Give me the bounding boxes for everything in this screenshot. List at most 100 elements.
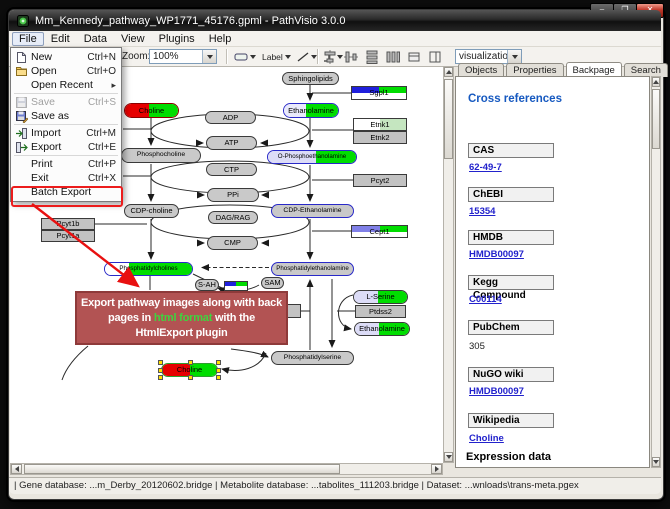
chevron-down-icon — [311, 55, 317, 59]
node-ethanolamine-top[interactable]: Ethanolamine — [283, 103, 339, 118]
node-label: Choline — [139, 107, 164, 115]
node-pcyt1b[interactable]: Pcyt1b — [41, 218, 95, 230]
side-panel-tabs: ObjectsPropertiesBackpageSearchLegend — [458, 63, 670, 77]
menubar-item-edit[interactable]: Edit — [44, 32, 77, 46]
menu-item-label: Import — [31, 127, 61, 139]
node-o-phosphoethanolamine[interactable]: O-Phosphoethanolamine — [267, 150, 357, 164]
node-sam[interactable]: SAM — [261, 277, 284, 289]
menubar-item-help[interactable]: Help — [202, 32, 239, 46]
scroll-left-icon[interactable] — [11, 464, 22, 474]
node-phosphocholine[interactable]: Phosphocholine — [121, 148, 201, 163]
label-tool-button[interactable]: Label — [259, 47, 294, 66]
zoom-dropdown-icon[interactable] — [202, 50, 216, 63]
menubar-item-file[interactable]: File — [12, 32, 44, 46]
scroll-up-icon[interactable] — [444, 67, 453, 77]
selection-handle[interactable] — [158, 375, 163, 380]
selection-handle[interactable] — [216, 375, 221, 380]
scroll-right-icon[interactable] — [431, 464, 442, 474]
export-image-icon[interactable] — [407, 50, 421, 64]
backpage-value-chebi[interactable]: 15354 — [469, 206, 495, 217]
file-menu-item-new[interactable]: NewCtrl+N — [11, 50, 121, 64]
visualization-combobox[interactable]: visualization — [455, 49, 522, 64]
file-menu-item-open[interactable]: OpenCtrl+O — [11, 64, 121, 78]
node-etnk2[interactable]: Etnk2 — [353, 131, 407, 144]
scroll-down-icon[interactable] — [652, 457, 660, 467]
panel-scroll-thumb[interactable] — [652, 89, 660, 149]
menubar-item-plugins[interactable]: Plugins — [152, 32, 202, 46]
backpage-value-wikipedia[interactable]: Choline — [469, 433, 504, 444]
file-menu-item-print[interactable]: PrintCtrl+P — [11, 157, 121, 171]
backpage-value-cas[interactable]: 62-49-7 — [469, 162, 502, 173]
menubar-item-data[interactable]: Data — [77, 32, 114, 46]
datanode-tool-button[interactable] — [231, 47, 259, 66]
scroll-down-icon[interactable] — [444, 452, 453, 462]
file-menu-item-open-recent[interactable]: Open Recent▸ — [11, 78, 121, 92]
stack-vertical-icon[interactable] — [365, 50, 379, 64]
node-label: Sgpl1 — [369, 89, 388, 97]
side-panel-icon[interactable] — [428, 50, 442, 64]
node-adp[interactable]: ADP — [205, 111, 256, 124]
file-menu-item-import[interactable]: ImportCtrl+M — [11, 126, 121, 140]
align-middle-icon[interactable] — [344, 50, 358, 64]
tab-search[interactable]: Search — [624, 63, 668, 77]
selection-handle[interactable] — [158, 368, 163, 373]
backpage-value-kegg-compound[interactable]: C00114 — [469, 294, 502, 305]
node-dag[interactable]: DAG/RAG — [208, 211, 258, 224]
file-menu: NewCtrl+NOpenCtrl+OOpen Recent▸SaveCtrl+… — [10, 47, 122, 202]
node-ethanolamine-bottom[interactable]: Ethanolamine — [354, 322, 410, 336]
canvas-vertical-scrollbar[interactable] — [443, 66, 454, 463]
node-phosphatidylserine[interactable]: Phosphatidylserine — [271, 351, 354, 365]
scroll-up-icon[interactable] — [652, 77, 660, 87]
node-ctp[interactable]: CTP — [206, 163, 257, 176]
align-center-icon[interactable] — [323, 50, 337, 64]
node-pemt-gene[interactable] — [224, 281, 248, 291]
selection-handle[interactable] — [216, 368, 221, 373]
file-menu-item-save-as[interactable]: Save as — [11, 109, 121, 123]
node-phosphatidylethanolamine[interactable]: Phosphatidylethanolamine — [271, 262, 354, 276]
tab-properties[interactable]: Properties — [506, 63, 563, 77]
annotation-line2: pages in html format with the — [77, 311, 286, 326]
visualization-dropdown-icon[interactable] — [507, 50, 521, 63]
node-cmp[interactable]: CMP — [207, 236, 258, 250]
node-label: Pcyt1b — [57, 220, 80, 228]
horizontal-scroll-thumb[interactable] — [24, 464, 340, 474]
node-phosphatidylcholines[interactable]: Phosphatidylcholines — [104, 262, 193, 276]
canvas-horizontal-scrollbar[interactable] — [10, 463, 443, 475]
tab-objects[interactable]: Objects — [458, 63, 504, 77]
backpage-value-nugo-wiki[interactable]: HMDB00097 — [469, 386, 524, 397]
node-pcyt1a[interactable]: Pcyt1a — [41, 230, 95, 242]
node-atp[interactable]: ATP — [206, 136, 257, 150]
file-menu-item-exit[interactable]: ExitCtrl+X — [11, 171, 121, 185]
node-sgpl1[interactable]: Sgpl1 — [351, 86, 407, 100]
panel-vertical-scrollbar[interactable] — [651, 76, 661, 468]
backpage-section-cas: CAS — [468, 143, 554, 158]
node-l-serine[interactable]: L-Serine — [353, 290, 408, 304]
title-bar[interactable]: Mm_Kennedy_pathway_WP1771_45176.gpml - P… — [9, 10, 661, 31]
node-ppi[interactable]: PPi — [207, 188, 259, 202]
node-cept1[interactable]: Cept1 — [351, 225, 408, 238]
node-cdp-choline[interactable]: CDP-choline — [124, 204, 179, 218]
node-s-ah[interactable]: S-AH — [195, 279, 219, 291]
tab-backpage[interactable]: Backpage — [566, 62, 622, 76]
menubar-item-view[interactable]: View — [114, 32, 152, 46]
selection-handle[interactable] — [188, 375, 193, 380]
selection-handle[interactable] — [158, 360, 163, 365]
line-tool-button[interactable] — [294, 47, 320, 66]
backpage-value-hmdb[interactable]: HMDB00097 — [469, 249, 524, 260]
cross-references-heading: Cross references — [468, 93, 562, 105]
stack-horizontal-icon[interactable] — [386, 50, 400, 64]
new-page-icon — [11, 51, 31, 64]
node-ptdss2[interactable]: Ptdss2 — [355, 305, 406, 318]
node-choline-top[interactable]: Choline — [124, 103, 179, 118]
zoom-combobox[interactable]: 100% — [149, 49, 217, 64]
node-label: PPi — [227, 191, 239, 199]
node-pcyt2[interactable]: Pcyt2 — [353, 174, 407, 187]
menu-bar: FileEditDataViewPluginsHelp — [9, 31, 661, 47]
node-cdp-ethanolamine[interactable]: CDP-Ethanolamine — [271, 204, 354, 218]
node-etnk1[interactable]: Etnk1 — [353, 118, 407, 131]
file-menu-item-export[interactable]: ExportCtrl+E — [11, 140, 121, 154]
node-sphingolipids[interactable]: Sphingolipids — [282, 72, 339, 85]
selection-handle[interactable] — [188, 360, 193, 365]
vertical-scroll-thumb[interactable] — [444, 79, 453, 159]
selection-handle[interactable] — [216, 360, 221, 365]
